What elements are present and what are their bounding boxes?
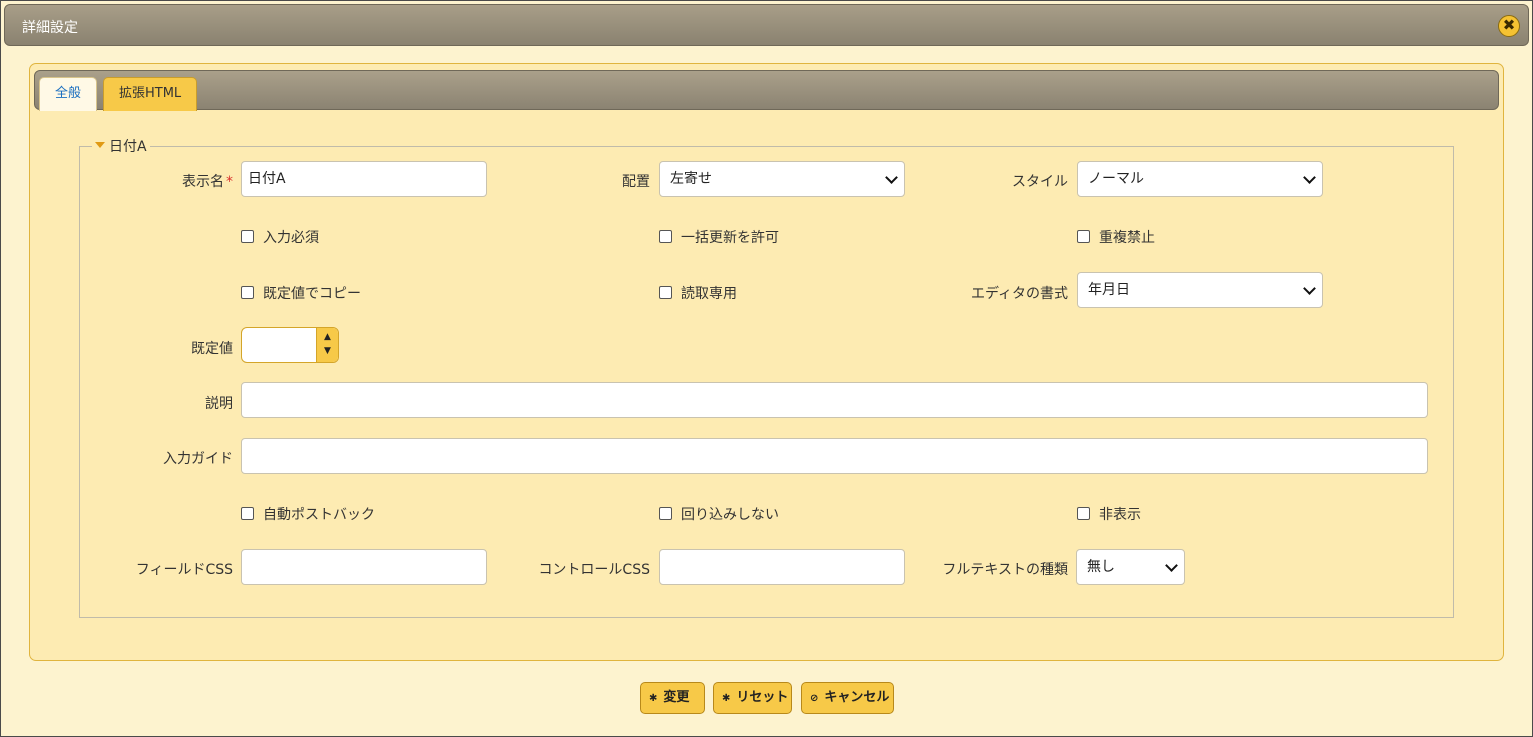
chevron-down-icon [885,171,898,184]
editor-format-select[interactable]: 年月日 [1077,272,1323,308]
chevron-down-icon [1303,171,1316,184]
control-css-input[interactable] [659,549,905,585]
description-label: 説明 [205,396,233,412]
editor-format-select-value: 年月日 [1088,282,1130,298]
checkbox-icon[interactable] [1077,230,1090,243]
gear-icon: ✱ [649,693,658,704]
read-only-checkbox-label: 読取専用 [681,286,737,302]
bulk-update-checkbox[interactable]: 一括更新を許可 [659,227,779,247]
default-value-label: 既定値 [191,341,233,357]
copy-default-checkbox-label: 既定値でコピー [263,286,361,302]
required-checkbox[interactable]: 入力必須 [241,227,319,247]
dialog-title: 詳細設定 [22,20,78,36]
group-legend[interactable]: 日付A [92,136,150,156]
field-css-input[interactable] [241,549,487,585]
style-label: スタイル [1012,174,1068,190]
change-button-label: 変更 [663,690,690,705]
cancel-icon: ⊘ [810,693,819,704]
collapse-arrow-icon[interactable] [95,142,105,148]
detail-settings-dialog: 詳細設定 ✖ 全般 拡張HTML 日付A 表示名 * 日付A 配置 左寄せ スタイ… [0,0,1533,737]
reset-button-label: リセット [736,690,789,705]
display-name-input[interactable]: 日付A [241,161,487,197]
input-guide-label: 入力ガイド [163,451,233,467]
tab-bar: 全般 拡張HTML [34,70,1499,111]
checkbox-icon[interactable] [241,230,254,243]
align-select-value: 左寄せ [670,171,712,187]
reset-button[interactable]: ✱ リセット [713,682,792,714]
checkbox-icon[interactable] [1077,507,1090,520]
checkbox-icon[interactable] [659,507,672,520]
fulltext-type-select-value: 無し [1087,559,1115,575]
description-input[interactable] [241,382,1428,418]
align-label: 配置 [622,174,650,190]
group-legend-label: 日付A [109,139,147,155]
checkbox-icon[interactable] [659,230,672,243]
no-duplicate-checkbox-label: 重複禁止 [1099,230,1155,246]
checkbox-icon[interactable] [241,507,254,520]
tab-extended-html[interactable]: 拡張HTML [103,77,198,111]
cancel-button-label: キャンセル [824,690,890,705]
control-css-label: コントロールCSS [538,562,650,578]
fulltext-type-label: フルテキストの種類 [942,562,1068,578]
checkbox-icon[interactable] [659,286,672,299]
fulltext-type-select[interactable]: 無し [1076,549,1185,585]
auto-postback-checkbox-label: 自動ポストバック [263,507,375,523]
no-wrap-checkbox[interactable]: 回り込みしない [659,504,779,524]
default-value-spinner[interactable]: ▲ ▼ [241,327,339,363]
hidden-checkbox[interactable]: 非表示 [1077,504,1141,524]
editor-format-label: エディタの書式 [970,286,1068,302]
gear-icon: ✱ [722,693,731,704]
copy-default-checkbox[interactable]: 既定値でコピー [241,283,361,303]
change-button[interactable]: ✱ 変更 [640,682,705,714]
field-group-date-a: 日付A [79,136,1454,618]
bulk-update-checkbox-label: 一括更新を許可 [681,230,779,246]
style-select[interactable]: ノーマル [1077,161,1323,197]
spinner-arrows[interactable]: ▲ ▼ [316,328,338,362]
hidden-checkbox-label: 非表示 [1099,507,1141,523]
checkbox-icon[interactable] [241,286,254,299]
spin-down-icon[interactable]: ▼ [317,344,338,358]
no-wrap-checkbox-label: 回り込みしない [681,507,779,523]
field-css-label: フィールドCSS [135,562,233,578]
read-only-checkbox[interactable]: 読取専用 [659,283,737,303]
close-icon[interactable]: ✖ [1498,15,1520,37]
display-name-label: 表示名 * [182,174,233,190]
spin-up-icon[interactable]: ▲ [317,330,338,344]
auto-postback-checkbox[interactable]: 自動ポストバック [241,504,375,524]
input-guide-input[interactable] [241,438,1428,474]
align-select[interactable]: 左寄せ [659,161,905,197]
style-select-value: ノーマル [1088,171,1144,187]
tab-general[interactable]: 全般 [39,77,98,111]
dialog-titlebar[interactable]: 詳細設定 ✖ [4,4,1529,46]
cancel-button[interactable]: ⊘ キャンセル [801,682,894,714]
no-duplicate-checkbox[interactable]: 重複禁止 [1077,227,1155,247]
required-checkbox-label: 入力必須 [263,230,319,246]
required-mark: * [226,174,233,190]
chevron-down-icon [1303,282,1316,295]
chevron-down-icon [1165,559,1178,572]
